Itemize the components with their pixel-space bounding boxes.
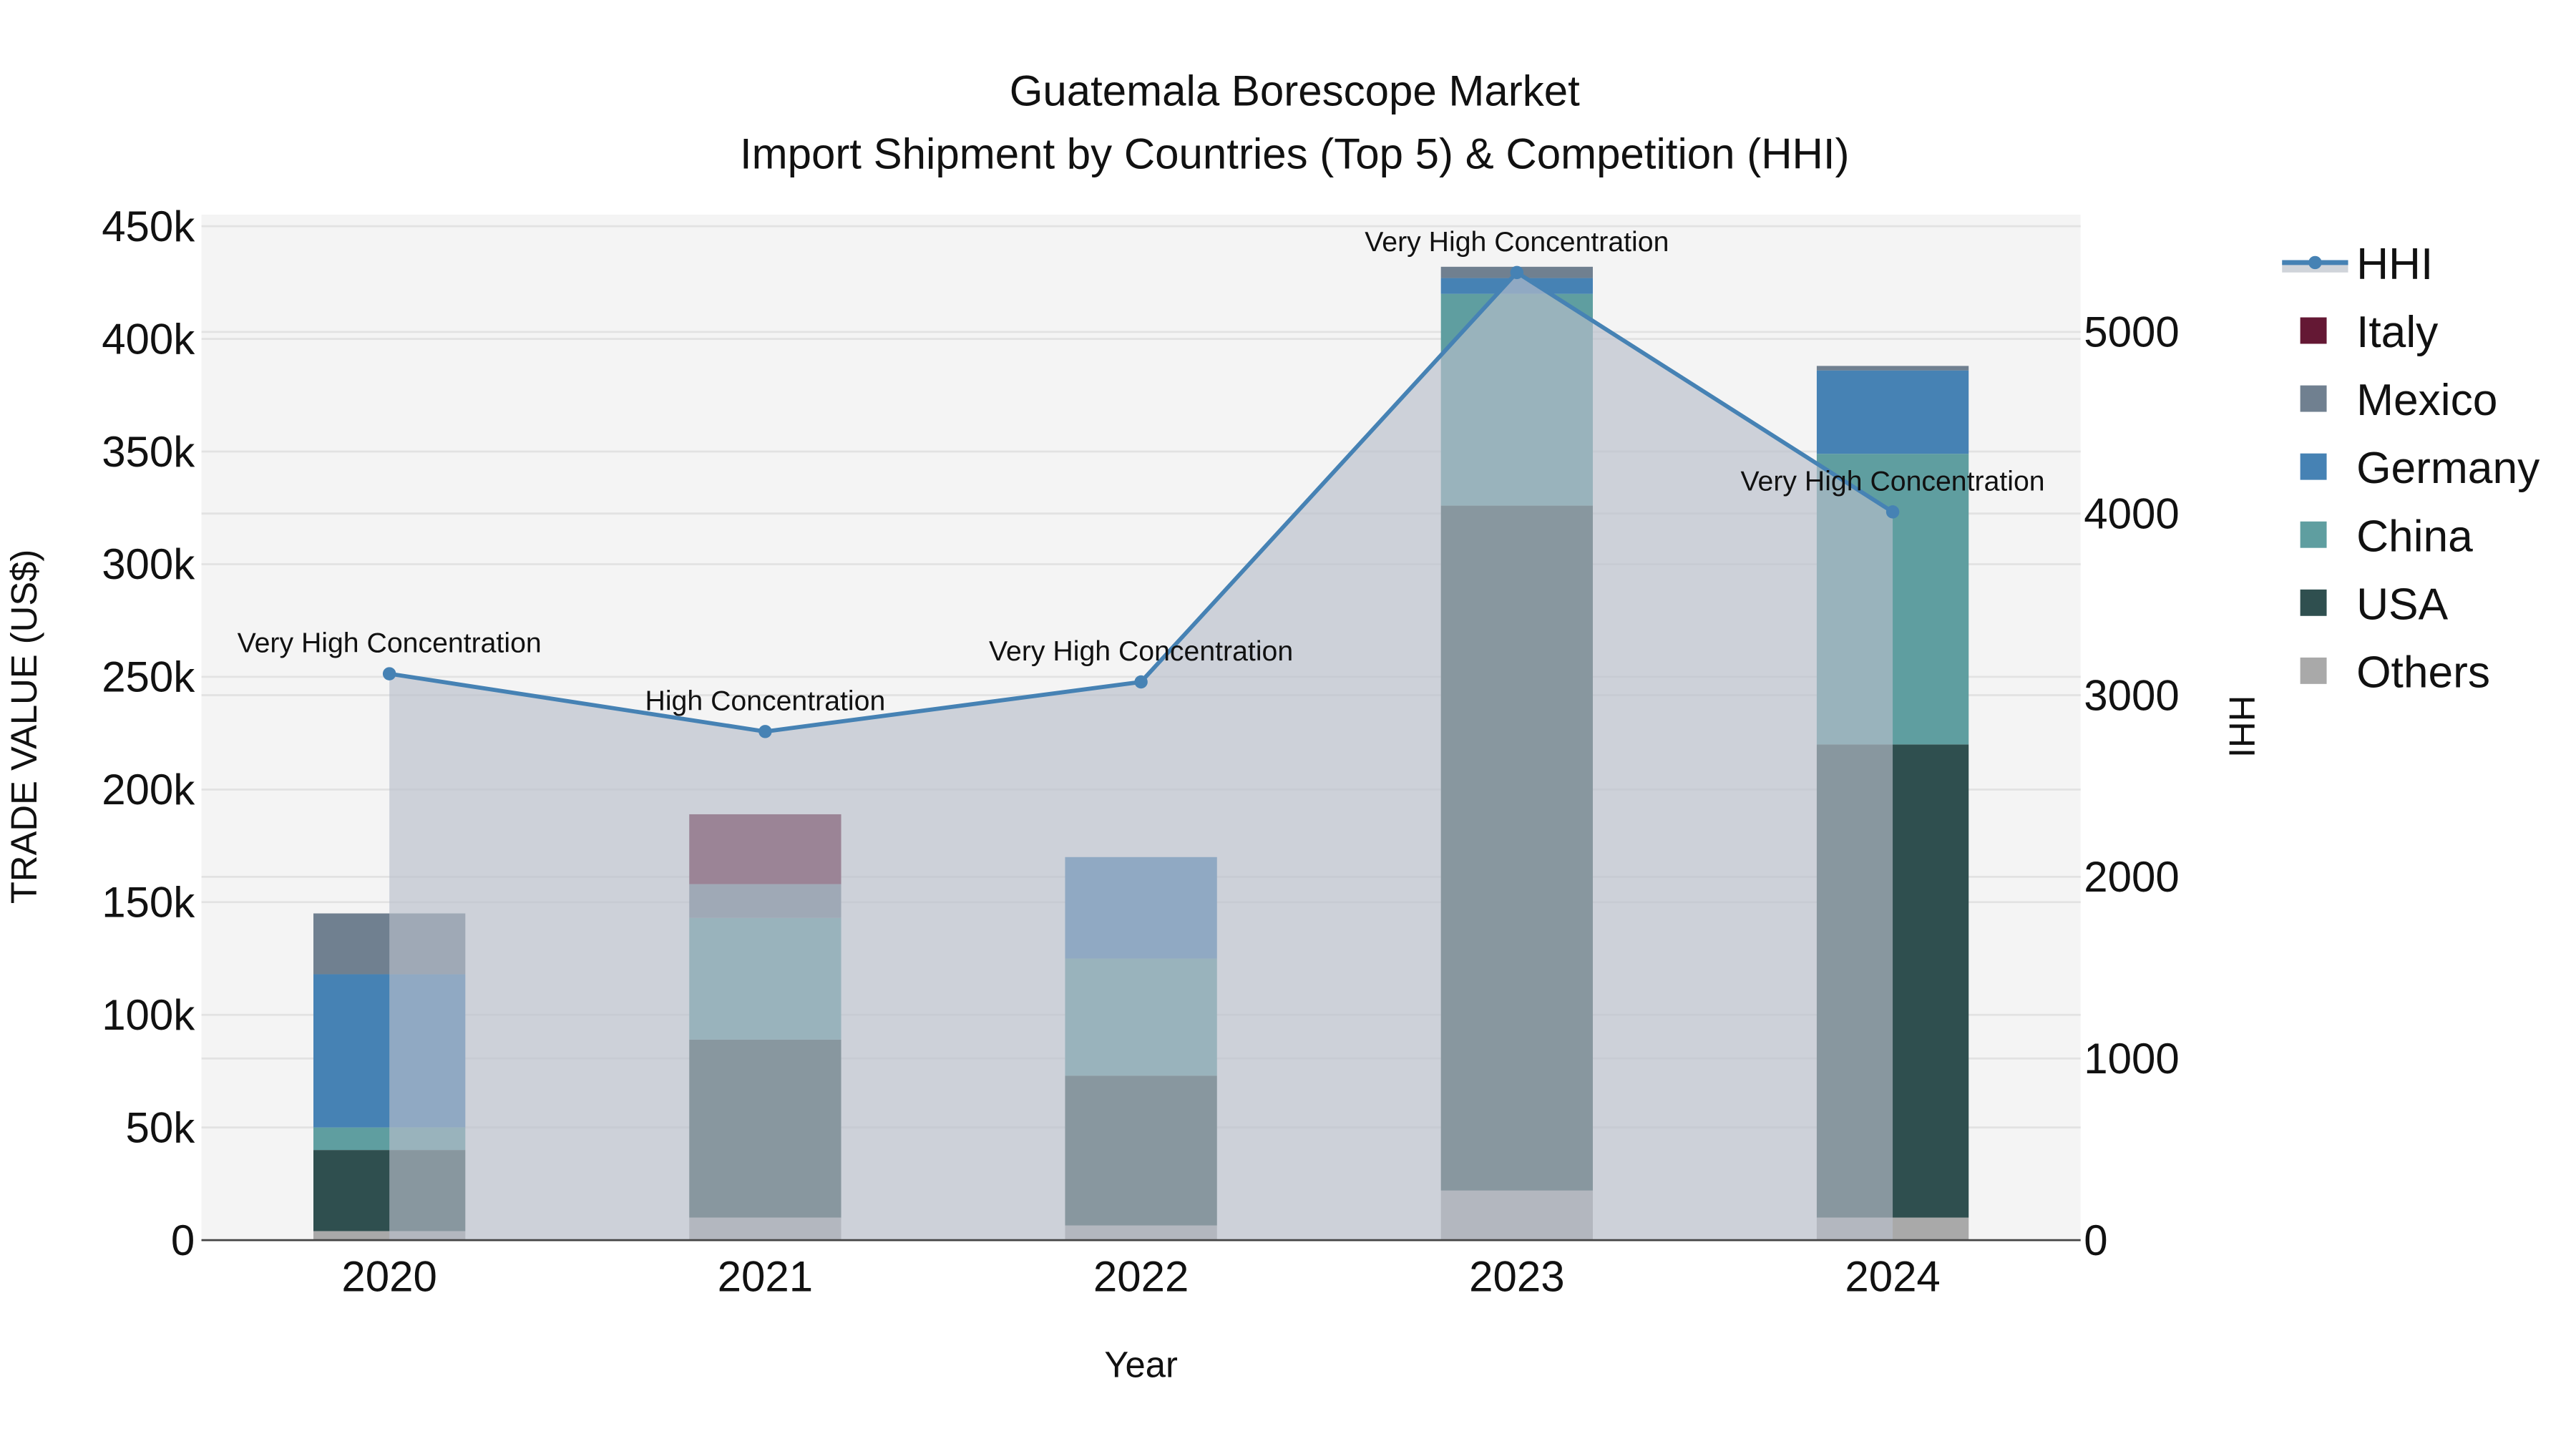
legend-item-hhi: HHI <box>2282 240 2433 289</box>
hhi-annotation: Very High Concentration <box>1741 465 2045 497</box>
legend-label: USA <box>2356 580 2449 629</box>
y-tick-label: 250k <box>102 653 195 701</box>
hhi-point <box>758 725 772 738</box>
y-tick-label: 200k <box>102 766 195 814</box>
hhi-annotation: Very High Concentration <box>989 635 1293 667</box>
legend-swatch <box>2300 589 2327 616</box>
x-tick-label: 2024 <box>1845 1253 1940 1301</box>
x-tick-label: 2021 <box>718 1253 813 1301</box>
legend-item-mexico: Mexico <box>2300 376 2497 425</box>
chart-subtitle: Import Shipment by Countries (Top 5) & C… <box>740 130 1850 177</box>
y2-tick-label: 3000 <box>2084 671 2179 719</box>
hhi-annotation: High Concentration <box>645 685 886 716</box>
x-tick-label: 2022 <box>1093 1253 1189 1301</box>
y-tick-label: 450k <box>102 203 195 250</box>
legend-item-italy: Italy <box>2300 308 2439 357</box>
y2-tick-label: 2000 <box>2084 853 2179 901</box>
y2-tick-label: 1000 <box>2084 1035 2179 1083</box>
hhi-point <box>382 667 396 680</box>
y2-axis-label: HHI <box>2221 696 2262 758</box>
bar-germany <box>1816 370 1969 454</box>
legend-swatch <box>2300 657 2327 684</box>
legend-swatch <box>2300 385 2327 412</box>
legend: HHI Italy Mexico Germany China USA Others <box>2282 240 2540 697</box>
legend-swatch-marker <box>2308 255 2322 270</box>
x-tick-label: 2020 <box>341 1253 436 1301</box>
legend-swatch <box>2300 317 2327 344</box>
y-tick-label: 350k <box>102 428 195 476</box>
legend-label: Mexico <box>2356 376 2497 425</box>
y2-tick-label: 0 <box>2084 1216 2107 1264</box>
legend-item-china: China <box>2300 512 2473 561</box>
hhi-point <box>1134 675 1148 689</box>
y-tick-label: 0 <box>171 1216 195 1264</box>
legend-swatch <box>2300 453 2327 480</box>
y-axis-ticks: 0 50k 100k 150k 200k 250k 300k 350k 400k 450k <box>102 203 195 1264</box>
hhi-point <box>1510 265 1524 280</box>
bar-mexico <box>1816 366 1969 371</box>
legend-label: HHI <box>2356 240 2433 289</box>
x-tick-label: 2023 <box>1469 1253 1564 1301</box>
hhi-point <box>1885 505 1900 519</box>
y-tick-label: 400k <box>102 315 195 363</box>
legend-label: Others <box>2356 648 2490 697</box>
y2-tick-label: 4000 <box>2084 489 2179 537</box>
y-tick-label: 300k <box>102 540 195 588</box>
legend-item-usa: USA <box>2300 580 2449 629</box>
y-tick-label: 50k <box>126 1103 196 1151</box>
legend-label: Germany <box>2356 444 2540 493</box>
y-axis-label: TRADE VALUE (US$) <box>4 550 44 904</box>
legend-item-others: Others <box>2300 648 2490 697</box>
legend-label: Italy <box>2356 308 2439 357</box>
y2-tick-label: 5000 <box>2084 308 2179 356</box>
x-axis-label: Year <box>1104 1345 1178 1385</box>
chart: Guatemala Borescope Market Import Shipme… <box>4 67 2540 1385</box>
hhi-annotation: Very High Concentration <box>1365 226 1669 258</box>
hhi-annotation: Very High Concentration <box>238 628 542 659</box>
legend-item-germany: Germany <box>2300 444 2540 493</box>
legend-label: China <box>2356 512 2473 561</box>
y-tick-label: 150k <box>102 879 195 927</box>
x-axis-ticks: 2020 2021 2022 2023 2024 <box>341 1253 1940 1301</box>
chart-title: Guatemala Borescope Market <box>1010 67 1580 115</box>
y-tick-label: 100k <box>102 991 195 1039</box>
legend-swatch <box>2300 521 2327 548</box>
y2-axis-ticks: 0 1000 2000 3000 4000 5000 <box>2084 308 2179 1264</box>
